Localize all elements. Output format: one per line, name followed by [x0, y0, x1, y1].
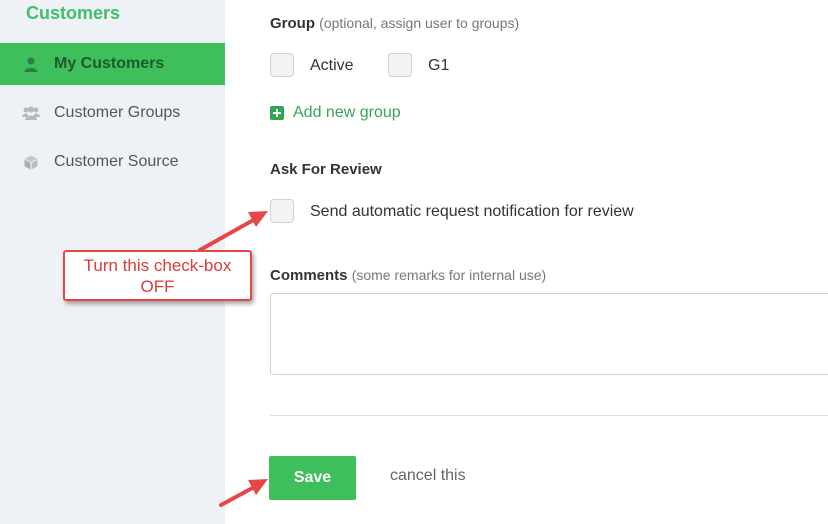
comments-hint: (some remarks for internal use) [351, 267, 547, 283]
annotation-line-2: OFF [140, 277, 175, 296]
group-label: Group (optional, assign user to groups) [270, 15, 519, 32]
sidebar-item-label: Customer Source [54, 153, 179, 170]
cancel-link[interactable]: cancel this [390, 467, 466, 485]
group-hint: (optional, assign user to groups) [319, 15, 520, 31]
arrow-to-save [219, 479, 268, 507]
review-notification-label: Send automatic request notification for … [310, 203, 634, 220]
sidebar-item-my-customers[interactable]: My Customers [0, 43, 225, 85]
annotation-callout: Turn this check-box OFF [63, 250, 252, 301]
cube-icon [22, 154, 40, 170]
user-icon [22, 56, 40, 72]
sidebar-item-label: Customer Groups [54, 104, 181, 121]
comments-label: Comments (some remarks for internal use) [270, 267, 546, 284]
group-label-text: Group [270, 15, 315, 32]
review-label: Ask For Review [270, 161, 382, 178]
annotation-line-1: Turn this check-box [83, 256, 232, 275]
group-active-checkbox[interactable] [270, 53, 294, 77]
group-g1-checkbox[interactable] [388, 53, 412, 77]
users-icon [22, 105, 40, 121]
group-active-label: Active [310, 57, 354, 74]
save-button[interactable]: Save [269, 456, 356, 500]
sidebar-item-customer-source[interactable]: Customer Source [0, 141, 225, 183]
comments-textarea[interactable] [270, 293, 828, 375]
add-new-group-label: Add new group [293, 104, 401, 121]
sidebar-title: Customers [26, 3, 121, 23]
group-g1-label: G1 [428, 57, 450, 74]
review-notification-checkbox[interactable] [270, 199, 294, 223]
divider [270, 415, 828, 416]
sidebar-item-customer-groups[interactable]: Customer Groups [0, 92, 225, 134]
add-new-group-link[interactable]: Add new group [270, 104, 401, 122]
sidebar-item-label: My Customers [54, 55, 165, 72]
plus-icon [270, 106, 284, 120]
comments-label-text: Comments [270, 267, 348, 284]
